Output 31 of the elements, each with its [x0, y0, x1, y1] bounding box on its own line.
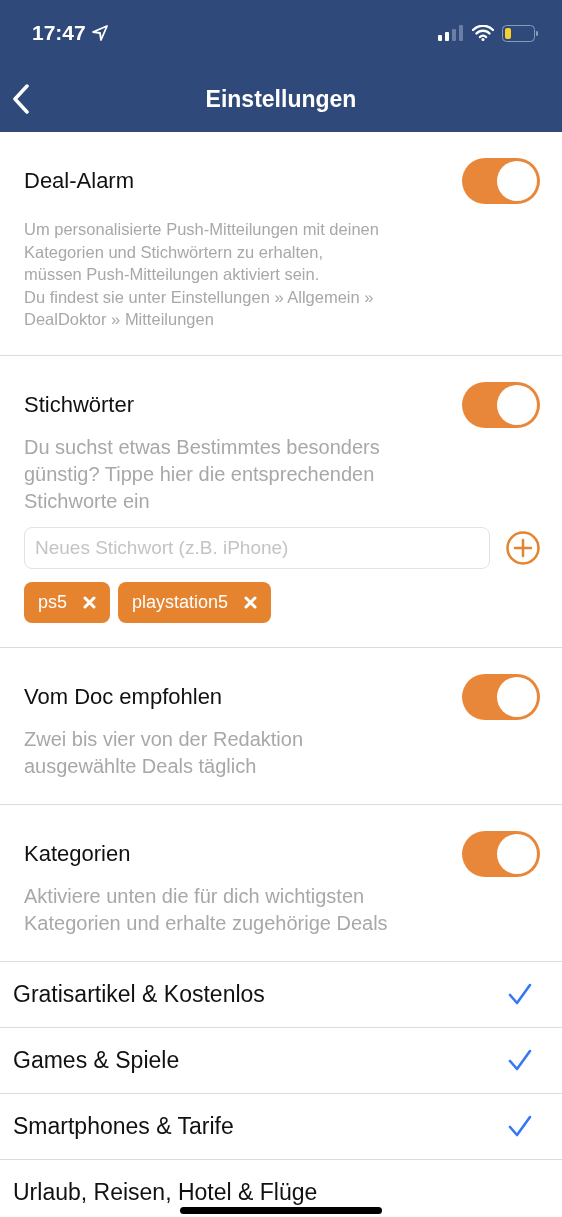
battery-icon [502, 24, 538, 42]
section-description: Zwei bis vier von der Redaktion ausgewählte Deals täglich [24, 726, 304, 779]
tag-label: ps5 [38, 591, 68, 613]
signal-icon [438, 25, 464, 41]
category-label: Gratisartikel & Kostenlos [13, 980, 265, 1008]
section-title: Stichwörter [24, 391, 135, 418]
section-title: Deal-Alarm [24, 168, 135, 194]
add-icon[interactable] [506, 530, 540, 565]
toggle-switch[interactable] [462, 158, 540, 204]
keyword-input[interactable]: Neues Stichwort (z.B. iPhone) [24, 526, 490, 569]
location-arrow-icon [91, 25, 108, 41]
wifi-icon [472, 25, 494, 41]
category-label: Smartphones & Tarife [13, 1112, 234, 1140]
remove-icon[interactable] [83, 595, 97, 609]
toggle-switch[interactable] [462, 381, 540, 428]
section-description: Du suchst etwas Bestimmtes besonders günstig? Tippe hier die entsprechenden Stichworte ein [24, 434, 381, 514]
toggle-switch[interactable] [462, 830, 540, 877]
screen-title: Einstellungen [205, 85, 357, 113]
status-time: 17:47 [32, 21, 86, 45]
category-row[interactable]: Smartphones & Tarife [0, 1093, 562, 1160]
section-title: Kategorien [24, 840, 131, 867]
toggle-switch[interactable] [462, 673, 540, 720]
category-label: Games & Spiele [13, 1046, 180, 1074]
tag-label: playstation5 [132, 591, 229, 613]
category-row[interactable]: Gratisartikel & Kostenlos [0, 961, 562, 1028]
section-description: Aktiviere unten die für dich wichtigsten Kategorien und erhalte zugehörige Deals [24, 883, 389, 936]
category-row[interactable]: Games & Spiele [0, 1027, 562, 1094]
remove-icon[interactable] [244, 595, 258, 609]
section-description: Um personalisierte Push-Mitteilungen mit deinen Kategorien und Stichwörtern zu erhalten, müssen Push-Mitteilungen aktiviert sein. Du findest sie unter Einstellungen » Allgemein » DealDoktor » Mitteilungen [24, 219, 380, 330]
category-label: Urlaub, Reisen, Hotel & Flüge [13, 1178, 318, 1206]
section-title: Vom Doc empfohlen [24, 683, 223, 710]
